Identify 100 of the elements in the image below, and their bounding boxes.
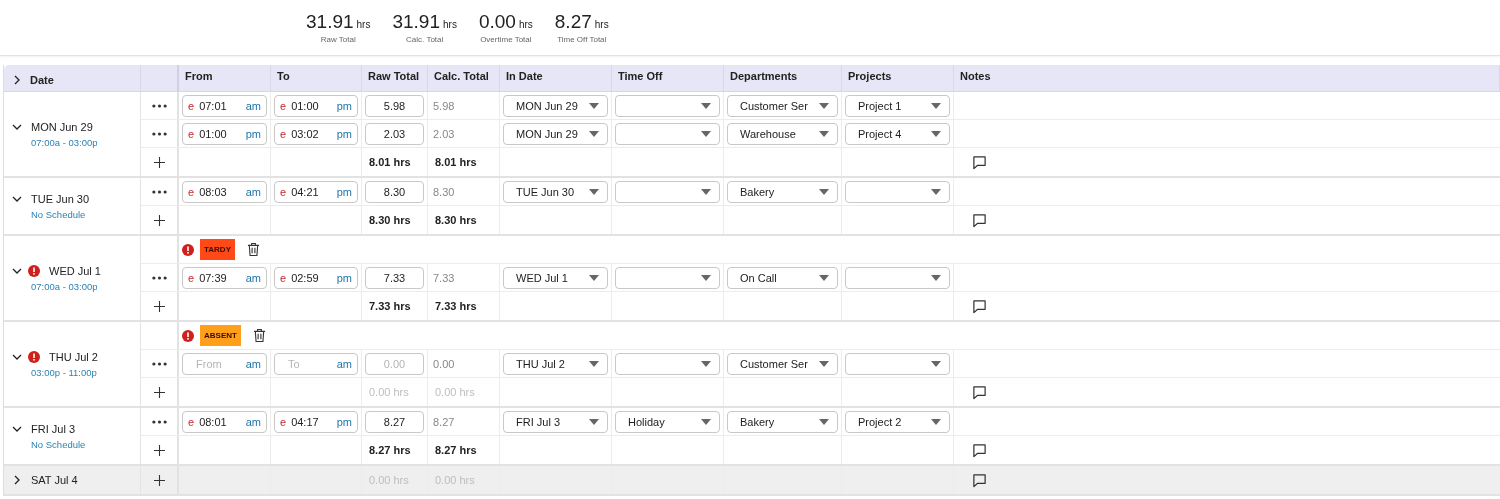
warning-icon — [28, 350, 40, 363]
chevron-right-icon[interactable] — [12, 475, 22, 485]
calc-total: 8.27 — [432, 415, 455, 428]
in-date-dropdown[interactable]: FRI Jul 3 — [503, 410, 608, 433]
more-icon[interactable] — [151, 275, 167, 280]
warning-icon — [182, 243, 194, 256]
caret-icon[interactable] — [589, 130, 599, 137]
total-value: 8.27 — [554, 11, 592, 32]
total-label: Raw Total — [320, 35, 356, 44]
more-icon[interactable] — [151, 189, 167, 194]
time-field[interactable]: e 07:01 am — [182, 94, 267, 117]
time-field[interactable]: e 03:02 pm — [274, 122, 358, 145]
add-icon[interactable] — [153, 444, 165, 456]
time-field[interactable]: e 08:03 am — [182, 180, 267, 203]
caret-icon[interactable] — [931, 418, 941, 425]
caret-icon[interactable] — [701, 102, 711, 109]
raw-total-field[interactable]: 8.30 — [365, 180, 424, 203]
calc-total-sum: 8.01 hrs — [434, 156, 477, 168]
project-dropdown[interactable]: Project 1 — [845, 94, 950, 117]
add-icon[interactable] — [153, 214, 165, 226]
more-icon[interactable] — [151, 361, 167, 366]
more-icon[interactable] — [151, 131, 167, 136]
chevron-right-icon[interactable] — [12, 74, 22, 85]
schedule-text: 03:00p - 11:00p — [31, 366, 98, 378]
department-dropdown[interactable]: On Call — [727, 266, 838, 289]
total-unit: hrs — [443, 19, 457, 30]
add-icon[interactable] — [153, 474, 165, 486]
comment-icon[interactable] — [972, 298, 987, 314]
caret-icon[interactable] — [819, 188, 829, 195]
caret-icon[interactable] — [701, 360, 711, 367]
time-field[interactable]: e 04:21 pm — [274, 180, 358, 203]
in-date-dropdown[interactable]: THU Jul 2 — [503, 352, 608, 375]
comment-icon[interactable] — [972, 442, 987, 458]
trash-icon[interactable] — [246, 242, 260, 257]
in-date-dropdown[interactable]: WED Jul 1 — [503, 266, 608, 289]
add-icon[interactable] — [153, 386, 165, 398]
total-unit: hrs — [594, 19, 609, 30]
calc-total: 5.98 — [432, 99, 455, 112]
add-icon[interactable] — [153, 156, 165, 168]
warning-icon — [28, 264, 40, 277]
caret-icon[interactable] — [819, 102, 829, 109]
time-field[interactable]: e 01:00 pm — [182, 122, 267, 145]
raw-total-sum: 8.30 hrs — [368, 214, 411, 226]
day-label: WED Jul 1 — [49, 264, 101, 277]
caret-icon[interactable] — [819, 130, 829, 137]
caret-icon[interactable] — [589, 102, 599, 109]
in-date-dropdown[interactable]: MON Jun 29 — [503, 94, 608, 117]
caret-icon[interactable] — [701, 418, 711, 425]
time-field[interactable]: e 04:17 pm — [274, 410, 358, 433]
department-dropdown[interactable]: Customer Ser — [727, 352, 838, 375]
time-field[interactable]: e 01:00 pm — [274, 94, 358, 117]
comment-icon[interactable] — [972, 154, 987, 170]
column-header: Raw Total — [368, 69, 420, 82]
caret-icon[interactable] — [819, 418, 829, 425]
calc-total-sum: 8.30 hrs — [434, 214, 477, 226]
comment-icon[interactable] — [972, 212, 987, 228]
comment-icon[interactable] — [972, 384, 987, 400]
comment-icon[interactable] — [972, 472, 987, 488]
project-dropdown[interactable]: Project 4 — [845, 122, 950, 145]
raw-total-field[interactable]: 7.33 — [365, 266, 424, 289]
department-dropdown[interactable]: Customer Ser — [727, 94, 838, 117]
in-date-dropdown[interactable]: TUE Jun 30 — [503, 180, 608, 203]
more-icon[interactable] — [151, 103, 167, 108]
caret-icon[interactable] — [819, 274, 829, 281]
raw-total-field[interactable]: 2.03 — [365, 122, 424, 145]
caret-icon[interactable] — [931, 360, 941, 367]
caret-icon[interactable] — [931, 188, 941, 195]
caret-icon[interactable] — [589, 274, 599, 281]
in-date-dropdown[interactable]: MON Jun 29 — [503, 122, 608, 145]
add-icon[interactable] — [153, 300, 165, 312]
calc-total-sum: 0.00 hrs — [434, 386, 475, 398]
caret-icon[interactable] — [931, 102, 941, 109]
more-icon[interactable] — [151, 419, 167, 424]
caret-icon[interactable] — [701, 188, 711, 195]
department-dropdown[interactable]: Bakery — [727, 180, 838, 203]
caret-icon[interactable] — [589, 360, 599, 367]
caret-icon[interactable] — [701, 130, 711, 137]
calc-total-sum: 7.33 hrs — [434, 300, 477, 312]
raw-total-field[interactable]: 5.98 — [365, 94, 424, 117]
raw-total-field[interactable]: 8.27 — [365, 410, 424, 433]
department-dropdown[interactable]: Warehouse — [727, 122, 838, 145]
time-field[interactable]: From am — [182, 352, 267, 375]
calc-total: 0.00 — [432, 357, 455, 370]
caret-icon[interactable] — [931, 274, 941, 281]
time-field[interactable]: e 02:59 pm — [274, 266, 358, 289]
time-field[interactable]: e 07:39 am — [182, 266, 267, 289]
column-header: From — [185, 69, 213, 82]
caret-icon[interactable] — [589, 188, 599, 195]
trash-icon[interactable] — [252, 328, 266, 343]
caret-icon[interactable] — [701, 274, 711, 281]
department-dropdown[interactable]: Bakery — [727, 410, 838, 433]
caret-icon[interactable] — [819, 360, 829, 367]
time-field[interactable]: To am — [274, 352, 358, 375]
caret-icon[interactable] — [931, 130, 941, 137]
caret-icon[interactable] — [589, 418, 599, 425]
project-dropdown[interactable]: Project 2 — [845, 410, 950, 433]
calc-total: 2.03 — [432, 127, 455, 140]
schedule-text: 07:00a - 03:00p — [31, 136, 99, 148]
time-off-dropdown[interactable]: Holiday — [615, 410, 720, 433]
time-field[interactable]: e 08:01 am — [182, 410, 267, 433]
